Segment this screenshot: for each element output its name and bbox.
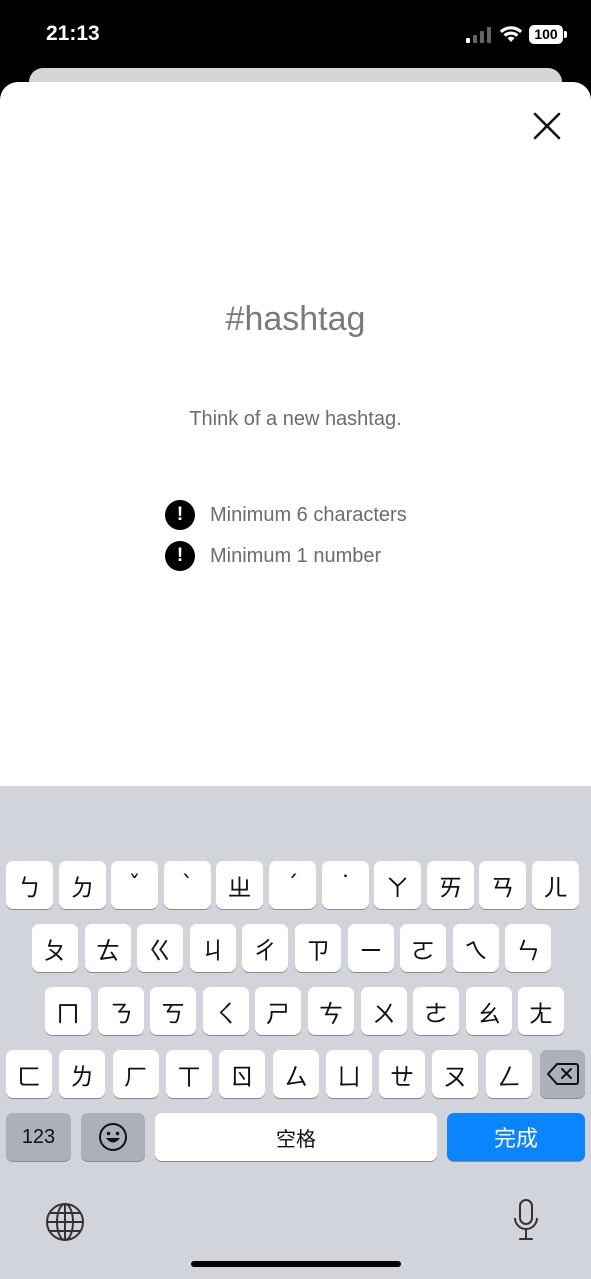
- keyboard-key[interactable]: ㄨ: [361, 987, 407, 1035]
- keyboard-key[interactable]: ㄔ: [242, 924, 288, 972]
- space-key[interactable]: 空格: [155, 1113, 437, 1161]
- keyboard-key[interactable]: ㄕ: [255, 987, 301, 1035]
- keyboard-key[interactable]: ㄐ: [190, 924, 236, 972]
- keyboard-key[interactable]: ㄘ: [308, 987, 354, 1035]
- microphone-icon[interactable]: [510, 1198, 542, 1242]
- keyboard-key[interactable]: ㄡ: [432, 1050, 478, 1098]
- keyboard-key[interactable]: ㄚ: [374, 861, 421, 909]
- keyboard-key[interactable]: ㄖ: [219, 1050, 265, 1098]
- keyboard-key[interactable]: ㄤ: [518, 987, 564, 1035]
- exclamation-icon: !: [165, 500, 195, 530]
- emoji-key[interactable]: [81, 1113, 145, 1161]
- keyboard-key[interactable]: ㄒ: [166, 1050, 212, 1098]
- requirement-text: Minimum 6 characters: [210, 503, 407, 526]
- done-key[interactable]: 完成: [447, 1113, 585, 1161]
- requirement-text: Minimum 1 number: [210, 544, 382, 567]
- keyboard-key[interactable]: ㄗ: [295, 924, 341, 972]
- keyboard-key[interactable]: ㄑ: [203, 987, 249, 1035]
- wifi-icon: [499, 26, 523, 42]
- keyboard-key[interactable]: ㄟ: [453, 924, 499, 972]
- keyboard-key[interactable]: ㄊ: [85, 924, 131, 972]
- keyboard-key[interactable]: ˇ: [111, 861, 158, 909]
- keyboard-key[interactable]: ㄩ: [326, 1050, 372, 1098]
- keyboard-key[interactable]: ㄅ: [6, 861, 53, 909]
- status-bar: 21:13 100: [0, 0, 591, 70]
- home-indicator: [191, 1261, 401, 1267]
- keyboard-key[interactable]: ㄥ: [486, 1050, 532, 1098]
- hashtag-sheet: [0, 82, 591, 786]
- keyboard-key[interactable]: ㄎ: [150, 987, 196, 1035]
- keyboard-key[interactable]: ㄆ: [32, 924, 78, 972]
- keyboard-key[interactable]: ㄉ: [59, 861, 106, 909]
- keyboard-key[interactable]: ˊ: [269, 861, 316, 909]
- keyboard-key[interactable]: ㄇ: [45, 987, 91, 1035]
- keyboard-key[interactable]: ㄣ: [505, 924, 551, 972]
- keyboard-key[interactable]: ㄝ: [379, 1050, 425, 1098]
- keyboard-key[interactable]: ㄠ: [466, 987, 512, 1035]
- keyboard-key[interactable]: ㄙ: [273, 1050, 319, 1098]
- cellular-signal-icon: [466, 27, 491, 43]
- close-icon[interactable]: [531, 110, 563, 142]
- status-time: 21:13: [46, 22, 100, 45]
- battery-indicator: 100: [529, 25, 567, 44]
- keyboard-key[interactable]: ˙: [322, 861, 369, 909]
- emoji-icon: [99, 1123, 127, 1151]
- keyboard-key[interactable]: ㄌ: [59, 1050, 105, 1098]
- keyboard-key[interactable]: ㄞ: [427, 861, 474, 909]
- backspace-icon: [546, 1063, 579, 1085]
- globe-icon[interactable]: [45, 1202, 85, 1242]
- hashtag-input-placeholder[interactable]: #hashtag: [0, 300, 591, 339]
- keyboard-key[interactable]: ㄦ: [532, 861, 579, 909]
- requirement-item: ! Minimum 1 number: [165, 541, 381, 571]
- keyboard-key[interactable]: ㄓ: [216, 861, 263, 909]
- numbers-key[interactable]: 123: [6, 1113, 71, 1161]
- instruction-text: Think of a new hashtag.: [189, 408, 402, 430]
- keyboard-key[interactable]: ㄈ: [6, 1050, 52, 1098]
- keyboard-key[interactable]: ㄏ: [113, 1050, 159, 1098]
- keyboard-key[interactable]: ㄛ: [400, 924, 446, 972]
- keyboard-key[interactable]: ㄋ: [98, 987, 144, 1035]
- backspace-key[interactable]: [540, 1050, 585, 1098]
- keyboard-key[interactable]: ㄢ: [479, 861, 526, 909]
- keyboard-key[interactable]: ˋ: [164, 861, 211, 909]
- requirement-item: ! Minimum 6 characters: [165, 500, 407, 530]
- keyboard-key[interactable]: ㄍ: [137, 924, 183, 972]
- exclamation-icon: !: [165, 541, 195, 571]
- keyboard-key[interactable]: ㄧ: [348, 924, 394, 972]
- keyboard-key[interactable]: ㄜ: [413, 987, 459, 1035]
